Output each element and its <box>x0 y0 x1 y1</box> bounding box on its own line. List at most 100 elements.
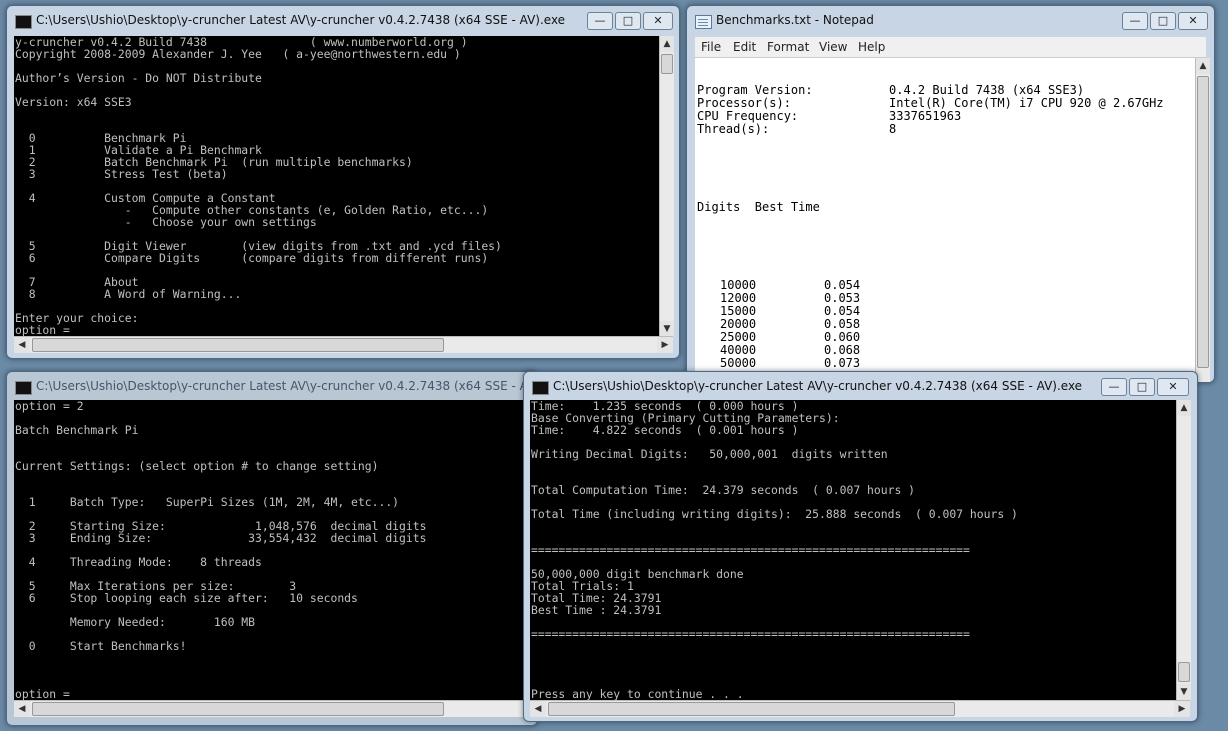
maximize-icon[interactable]: □ <box>1150 12 1176 30</box>
minimize-icon[interactable]: — <box>587 12 613 30</box>
console-line: 3 Ending Size: 33,554,432 decimal digits <box>15 531 427 545</box>
notepad-text-area[interactable]: Program Version: 0.4.2 Build 7438 (x64 SS… <box>695 58 1195 382</box>
info-value: Intel(R) Core(TM) i7 CPU 920 @ 2.67GHz <box>889 96 1164 110</box>
benchmark-row: 25000 0.060 <box>697 331 1195 344</box>
console-app-icon <box>15 15 32 29</box>
scroll-left-icon[interactable]: ◀ <box>530 701 546 717</box>
notepad-window[interactable]: Benchmarks.txt - Notepad — □ ✕ File Edit… <box>686 5 1215 383</box>
time-cell: 0.054 <box>824 278 861 292</box>
scroll-thumb[interactable] <box>32 338 444 352</box>
console-line: 4 Threading Mode: 8 threads <box>15 555 262 569</box>
info-line: CPU Frequency: 3337651963 <box>697 110 1195 123</box>
horizontal-scrollbar[interactable]: ◀ ▶ <box>14 336 673 353</box>
benchmark-row: 12000 0.053 <box>697 292 1195 305</box>
console-app-icon <box>532 381 549 395</box>
scroll-down-icon[interactable]: ▼ <box>1177 684 1191 700</box>
time-cell: 0.054 <box>824 304 861 318</box>
benchmark-row: 15000 0.054 <box>697 305 1195 318</box>
console-line: Best Time : 24.3791 <box>531 603 662 617</box>
console-line: 6 Stop looping each size after: 10 secon… <box>15 591 358 605</box>
console-window-batch-benchmark[interactable]: C:\Users\Ushio\Desktop\y-cruncher Latest… <box>6 371 538 726</box>
console-line: 0 Start Benchmarks! <box>15 639 187 653</box>
benchmark-row: 40000 0.068 <box>697 344 1195 357</box>
time-cell: 0.073 <box>824 356 861 370</box>
scroll-down-icon[interactable]: ▼ <box>660 321 674 337</box>
scroll-thumb[interactable] <box>548 702 955 716</box>
console-line: Batch Benchmark Pi <box>15 423 139 437</box>
scroll-left-icon[interactable]: ◀ <box>14 337 30 353</box>
console-line: option = <box>15 323 70 337</box>
console-line: - Choose your own settings <box>15 215 317 229</box>
maximize-icon[interactable]: □ <box>615 12 641 30</box>
menu-format[interactable]: Format <box>767 40 809 54</box>
console-output[interactable]: y-cruncher v0.4.2 Build 7438 ( www.numbe… <box>14 36 659 337</box>
minimize-icon[interactable]: — <box>1101 378 1127 396</box>
scroll-right-icon[interactable]: ▶ <box>1174 701 1190 717</box>
vertical-scrollbar[interactable]: ▲ <box>1195 58 1210 382</box>
console-window-benchmark-result[interactable]: C:\Users\Ushio\Desktop\y-cruncher Latest… <box>523 371 1198 722</box>
title-bar[interactable]: C:\Users\Ushio\Desktop\y-cruncher Latest… <box>7 6 679 36</box>
time-cell: 0.068 <box>824 343 861 357</box>
title-bar[interactable]: C:\Users\Ushio\Desktop\y-cruncher Latest… <box>524 372 1197 402</box>
console-window-main-menu[interactable]: C:\Users\Ushio\Desktop\y-cruncher Latest… <box>6 5 680 359</box>
menu-file[interactable]: File <box>701 40 721 54</box>
title-bar[interactable]: C:\Users\Ushio\Desktop\y-cruncher Latest… <box>7 372 537 402</box>
info-value: 3337651963 <box>889 109 962 123</box>
scroll-left-icon[interactable]: ◀ <box>14 701 30 717</box>
window-title: C:\Users\Ushio\Desktop\y-cruncher Latest… <box>36 379 538 393</box>
benchmark-row: 20000 0.058 <box>697 318 1195 331</box>
info-value: 0.4.2 Build 7438 (x64 SSE3) <box>889 83 1085 97</box>
vertical-scrollbar[interactable]: ▲ ▼ <box>1176 400 1191 700</box>
console-output[interactable]: option = 2 Batch Benchmark Pi Current Sett… <box>14 400 531 702</box>
info-key: Thread(s): <box>697 122 770 136</box>
minimize-icon[interactable]: — <box>1122 12 1148 30</box>
scroll-thumb[interactable] <box>1197 76 1209 368</box>
menu-bar: File Edit Format View Help <box>695 37 1206 58</box>
vertical-scrollbar[interactable]: ▲ ▼ <box>659 36 674 337</box>
console-line: Writing Decimal Digits: 50,000,001 digit… <box>531 447 888 461</box>
title-bar[interactable]: Benchmarks.txt - Notepad — □ ✕ <box>687 6 1214 36</box>
menu-view[interactable]: View <box>819 40 847 54</box>
benchmark-row: 10000 0.054 <box>697 279 1195 292</box>
console-line: Version: x64 SSE3 <box>15 95 132 109</box>
console-line: 6 Compare Digits (compare digits from di… <box>15 251 489 265</box>
time-cell: 0.058 <box>824 317 861 331</box>
console-line: Total Time (including writing digits): 2… <box>531 507 1018 521</box>
scroll-thumb[interactable] <box>661 54 673 74</box>
scroll-up-icon[interactable]: ▲ <box>660 36 674 52</box>
console-line: Current Settings: (select option # to ch… <box>15 459 379 473</box>
console-line: option = 2 <box>15 400 84 413</box>
benchmark-row: 50000 0.073 <box>697 357 1195 370</box>
console-line: Press any key to continue . . . <box>531 687 744 700</box>
menu-edit[interactable]: Edit <box>733 40 756 54</box>
horizontal-scrollbar[interactable]: ◀ <box>14 700 530 717</box>
scroll-up-icon[interactable]: ▲ <box>1196 58 1210 74</box>
maximize-icon[interactable]: □ <box>1129 378 1155 396</box>
scroll-right-icon[interactable]: ▶ <box>657 337 673 353</box>
close-icon[interactable]: ✕ <box>1178 12 1208 30</box>
close-icon[interactable]: ✕ <box>643 12 673 30</box>
close-icon[interactable]: ✕ <box>1157 378 1189 396</box>
console-line: 3 Stress Test (beta) <box>15 167 228 181</box>
console-output[interactable]: Time: 1.235 seconds ( 0.000 hours ) Base … <box>530 400 1177 700</box>
menu-help[interactable]: Help <box>858 40 885 54</box>
horizontal-scrollbar[interactable]: ◀ ▶ <box>530 700 1190 717</box>
scroll-thumb[interactable] <box>32 702 444 716</box>
console-line: Enter your choice: <box>15 311 139 325</box>
scroll-up-icon[interactable]: ▲ <box>1177 400 1191 416</box>
console-line: Time: 4.822 seconds ( 0.001 hours ) <box>531 423 799 437</box>
scroll-thumb[interactable] <box>1178 662 1190 682</box>
window-title: Benchmarks.txt - Notepad <box>716 13 874 27</box>
info-line: Thread(s): 8 <box>697 123 1195 136</box>
